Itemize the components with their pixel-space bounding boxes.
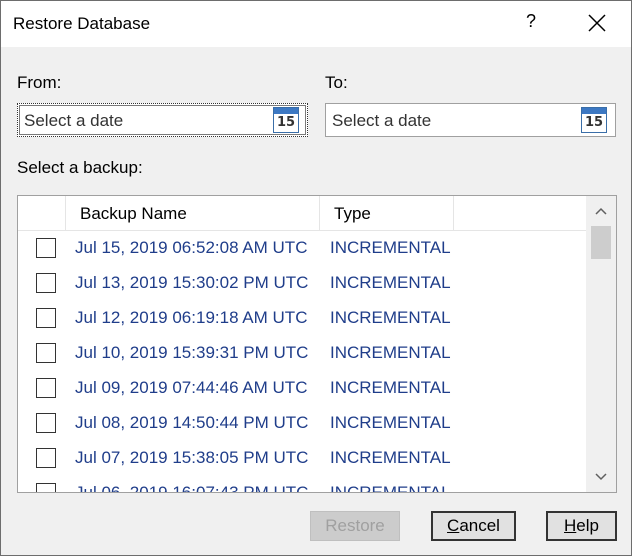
backup-name-cell[interactable]: Jul 13, 2019 15:30:02 PM UTC [75, 273, 308, 293]
calendar-icon[interactable]: 15 [581, 107, 607, 133]
row-checkbox[interactable] [36, 308, 56, 328]
to-date-picker[interactable]: Select a date 15 [325, 103, 616, 137]
header-type-label: Type [334, 204, 371, 223]
backup-name-cell[interactable]: Jul 08, 2019 14:50:44 PM UTC [75, 413, 308, 433]
to-label: To: [325, 73, 348, 92]
restore-button[interactable]: Restore [310, 511, 400, 541]
backup-name-cell[interactable]: Jul 12, 2019 06:19:18 AM UTC [75, 308, 307, 328]
calendar-header [274, 108, 298, 114]
backup-name-cell[interactable]: Jul 06, 2019 16:07:43 PM UTC [75, 483, 308, 492]
vertical-scrollbar[interactable] [586, 196, 616, 492]
row-checkbox[interactable] [36, 448, 56, 468]
backup-type-cell[interactable]: INCREMENTAL [330, 378, 451, 398]
calendar-icon[interactable]: 15 [273, 107, 299, 133]
title-bar: Restore Database ? [1, 1, 631, 47]
close-icon[interactable] [585, 11, 609, 35]
row-checkbox[interactable] [36, 343, 56, 363]
backup-type-cell[interactable]: INCREMENTAL [330, 413, 451, 433]
help-icon[interactable]: ? [521, 11, 541, 35]
restore-database-dialog: Restore Database ? From: Select a date 1… [0, 0, 632, 556]
help-label: elp [576, 516, 599, 535]
header-type[interactable]: Type [320, 196, 454, 230]
table-row[interactable]: Jul 07, 2019 15:38:05 PM UTC INCREMENTAL [18, 440, 586, 475]
backup-type-cell[interactable]: INCREMENTAL [330, 343, 451, 363]
table-row[interactable]: Jul 06, 2019 16:07:43 PM UTC INCREMENTAL [18, 475, 586, 492]
help-accesskey: H [564, 516, 577, 535]
help-button[interactable]: Help [546, 511, 617, 541]
header-checkbox-column[interactable] [18, 196, 66, 230]
backup-name-cell[interactable]: Jul 15, 2019 06:52:08 AM UTC [75, 238, 307, 258]
table-row[interactable]: Jul 13, 2019 15:30:02 PM UTC INCREMENTAL [18, 265, 586, 300]
table-row[interactable]: Jul 12, 2019 06:19:18 AM UTC INCREMENTAL [18, 300, 586, 335]
calendar-day: 15 [276, 115, 296, 130]
scroll-thumb[interactable] [591, 226, 611, 259]
scroll-up-icon[interactable] [586, 196, 616, 226]
backup-type-cell[interactable]: INCREMENTAL [330, 448, 451, 468]
backup-type-cell[interactable]: INCREMENTAL [330, 273, 451, 293]
table-row[interactable]: Jul 09, 2019 07:44:46 AM UTC INCREMENTAL [18, 370, 586, 405]
backup-type-cell[interactable]: INCREMENTAL [330, 483, 451, 492]
row-checkbox[interactable] [36, 413, 56, 433]
header-backup-name-label: Backup Name [80, 204, 187, 223]
row-checkbox[interactable] [36, 483, 56, 492]
select-backup-label: Select a backup: [17, 158, 143, 177]
backup-name-cell[interactable]: Jul 09, 2019 07:44:46 AM UTC [75, 378, 307, 398]
table-row[interactable]: Jul 08, 2019 14:50:44 PM UTC INCREMENTAL [18, 405, 586, 440]
calendar-day: 15 [584, 115, 604, 130]
table-row[interactable]: Jul 10, 2019 15:39:31 PM UTC INCREMENTAL [18, 335, 586, 370]
row-checkbox[interactable] [36, 378, 56, 398]
backup-name-cell[interactable]: Jul 10, 2019 15:39:31 PM UTC [75, 343, 308, 363]
backup-list[interactable]: Backup Name Type Jul 15, 2019 06:52:08 A… [17, 195, 617, 493]
backup-type-cell[interactable]: INCREMENTAL [330, 238, 451, 258]
calendar-header [582, 108, 606, 114]
row-checkbox[interactable] [36, 238, 56, 258]
cancel-accesskey: C [447, 516, 460, 535]
from-date-placeholder[interactable]: Select a date [24, 111, 123, 131]
dialog-title: Restore Database [13, 14, 151, 33]
scroll-down-icon[interactable] [586, 462, 616, 492]
from-label: From: [17, 73, 62, 92]
cancel-button[interactable]: Cancel [431, 511, 516, 541]
from-date-picker[interactable]: Select a date 15 [17, 103, 308, 137]
header-backup-name[interactable]: Backup Name [66, 196, 320, 230]
list-header: Backup Name Type [18, 196, 586, 231]
backup-type-cell[interactable]: INCREMENTAL [330, 308, 451, 328]
backup-name-cell[interactable]: Jul 07, 2019 15:38:05 PM UTC [75, 448, 308, 468]
table-row[interactable]: Jul 15, 2019 06:52:08 AM UTC INCREMENTAL [18, 230, 586, 265]
restore-label: Restore [325, 516, 385, 535]
row-checkbox[interactable] [36, 273, 56, 293]
to-date-placeholder[interactable]: Select a date [332, 111, 431, 131]
cancel-label: ancel [459, 516, 500, 535]
